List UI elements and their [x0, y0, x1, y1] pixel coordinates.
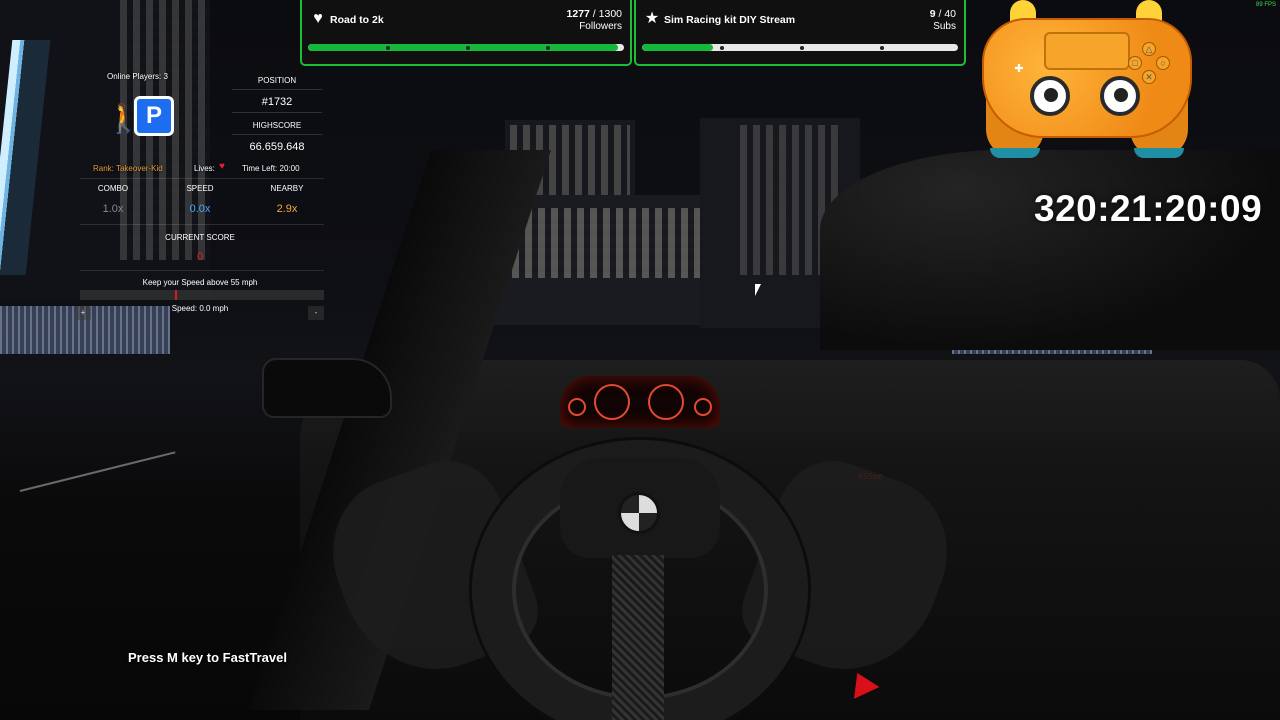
position-value: #1732 [261, 96, 293, 108]
speed-label: SPEED [186, 184, 214, 193]
progress-tick [880, 46, 884, 50]
goal-progress-fill [308, 44, 618, 51]
triangle-button-icon: △ [1142, 42, 1156, 56]
progress-tick [546, 46, 550, 50]
small-gauge [694, 398, 712, 416]
time-left: Time Left: 20:00 [242, 164, 300, 173]
goal-title: Road to 2k [330, 14, 384, 26]
progress-tick [466, 46, 470, 50]
lives-label: Lives: [194, 164, 215, 173]
instrument-cluster [560, 376, 720, 428]
heart-life-icon: ♥ [219, 161, 225, 172]
fps-counter: 89 FPS [1255, 2, 1276, 8]
square-button-icon: □ [1128, 56, 1142, 70]
keep-speed-hint: Keep your Speed above 55 mph [142, 278, 258, 287]
stream-timer: 320:21:20:09 [1034, 188, 1263, 229]
nearby-value: 2.9x [276, 203, 298, 215]
nearby-label: NEARBY [270, 184, 304, 193]
current-score-label: CURRENT SCORE [165, 233, 235, 242]
goal-progress-fill [642, 44, 714, 51]
minus-button[interactable]: - [308, 306, 324, 320]
bmw-logo [618, 492, 660, 534]
circle-button-icon: ○ [1156, 56, 1170, 70]
goal-unit: Subs [933, 21, 956, 32]
goal-unit: Followers [579, 21, 622, 32]
plus-button[interactable]: + [75, 306, 91, 320]
online-players: Online Players: 3 [107, 72, 168, 81]
goal-widget-subs: ★ Sim Racing kit DIY Stream 9 / 40 Subs [634, 0, 966, 66]
progress-tick [800, 46, 804, 50]
speed-readout: Speed: 0.0 mph [171, 304, 229, 313]
heart-icon: ♥ [313, 10, 323, 27]
combo-value: 1.0x [102, 203, 124, 215]
person-pushing-icon: 🚶 [106, 103, 141, 134]
progress-tick [720, 46, 724, 50]
goal-widget-followers: ♥ Road to 2k 1277 / 1300 Followers [300, 0, 632, 66]
goal-count: 9 / 40 [929, 8, 956, 20]
fast-travel-hint: Press M key to FastTravel [128, 650, 287, 665]
parking-icon: 🚶 P [106, 96, 174, 138]
speedometer-gauge [648, 384, 684, 420]
star-icon: ★ [644, 10, 660, 27]
controller-overlay: ✚ △ □ ○ ✕ [982, 0, 1192, 158]
right-stick [1100, 76, 1140, 116]
current-score-value: 0 [196, 251, 204, 263]
touchpad [1044, 32, 1130, 70]
goal-title: Sim Racing kit DIY Stream [664, 14, 796, 26]
a-pillar-right [820, 150, 1280, 350]
rank-label: Rank: Takeover-Kid [93, 164, 163, 173]
parking-sign-icon: P [134, 96, 174, 136]
progress-tick [386, 46, 390, 50]
highscore-label: HIGHSCORE [252, 121, 302, 130]
small-gauge [568, 398, 586, 416]
speed-threshold-mark [175, 290, 177, 300]
position-panel: POSITION #1732 HIGHSCORE 66.659.648 [232, 76, 322, 153]
combo-label: COMBO [97, 184, 129, 193]
wheel-spoke [612, 555, 664, 720]
speed-bar [80, 290, 324, 300]
road-line [19, 451, 176, 492]
cross-button-icon: ✕ [1142, 70, 1156, 84]
tachometer-gauge [594, 384, 630, 420]
highscore-value: 66.659.648 [249, 141, 305, 153]
left-stick [1030, 76, 1070, 116]
goal-count: 1277 / 1300 [566, 8, 622, 20]
dpad-icon: ✚ [1014, 63, 1024, 75]
position-label: POSITION [257, 76, 297, 85]
speed-value: 0.0x [189, 203, 211, 215]
side-mirror [262, 358, 392, 418]
mouse-cursor-icon [755, 284, 761, 296]
